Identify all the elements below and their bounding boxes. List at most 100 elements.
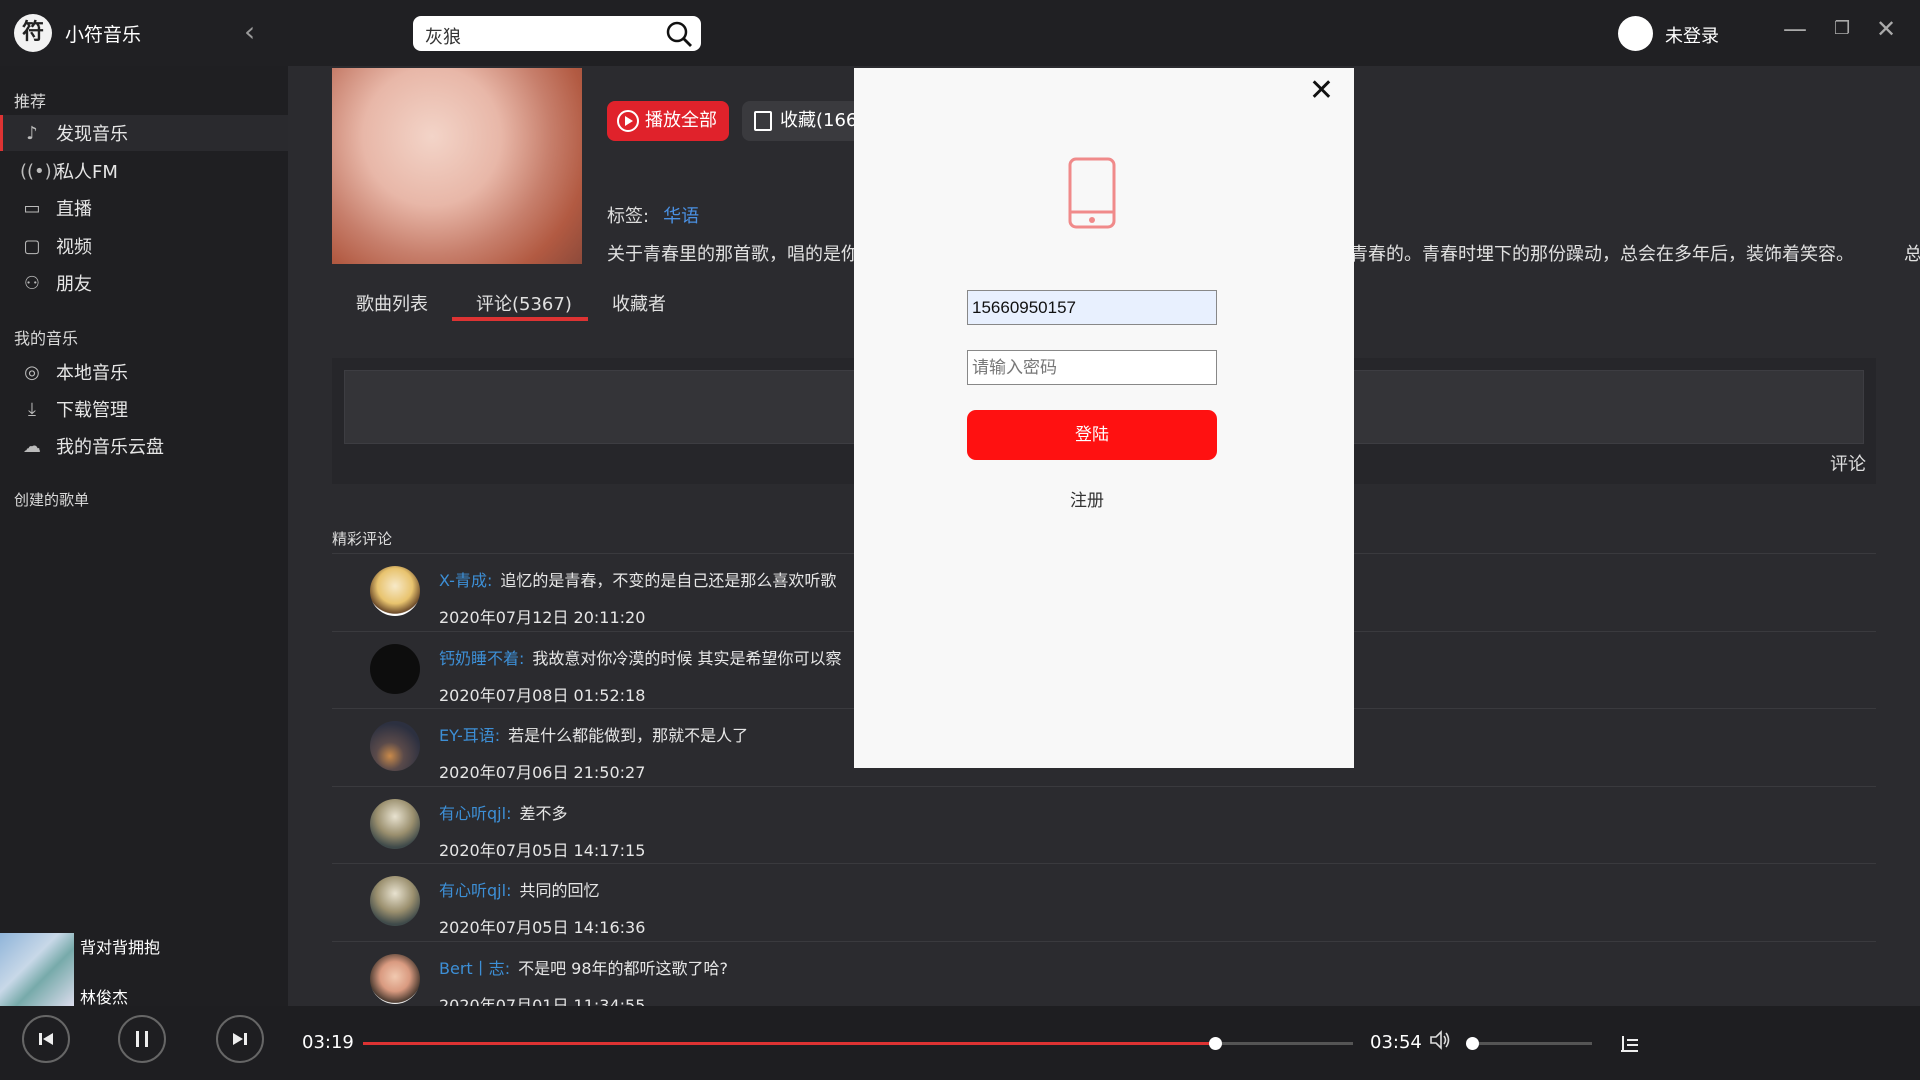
maximize-icon[interactable]: ❐ <box>1834 14 1850 44</box>
sidebar-item-label: 朋友 <box>56 274 92 295</box>
sidebar-section-my-music: 我的音乐 <box>14 329 79 348</box>
radio-icon: ((•)) <box>20 160 59 182</box>
close-icon[interactable]: ✕ <box>1309 76 1334 106</box>
commenter-name[interactable]: 钙奶睡不着 <box>439 649 519 668</box>
progress-fill <box>363 1042 1216 1045</box>
sidebar: 推荐 ♪ 发现音乐 ((•)) 私人FM ▭ 直播 ▢ 视频 ⚇ 朋友 我的音乐 ◎ 本地音… <box>0 66 288 1006</box>
play-all-button[interactable]: 播放全部 <box>607 101 729 141</box>
active-tab-indicator <box>452 317 588 321</box>
sidebar-item-local-music[interactable]: ◎ 本地音乐 <box>0 354 288 390</box>
sidebar-item-cloud[interactable]: ☁ 我的音乐云盘 <box>0 428 288 464</box>
app-logo[interactable]: 符 <box>14 14 52 52</box>
commenter-name[interactable]: EY-耳语 <box>439 726 495 745</box>
playlist-queue-icon[interactable] <box>1620 1034 1640 1058</box>
comment-text: 共同的回忆 <box>519 881 600 900</box>
now-playing-cover[interactable] <box>0 933 74 1007</box>
pause-icon <box>136 1031 148 1047</box>
live-tv-icon: ▭ <box>23 197 41 219</box>
volume-knob[interactable] <box>1465 1037 1479 1050</box>
sidebar-section-recommend: 推荐 <box>14 92 47 111</box>
sidebar-item-label: 发现音乐 <box>56 124 128 145</box>
user-avatar[interactable] <box>1618 16 1653 51</box>
search-input[interactable]: 灰狼 <box>425 23 461 49</box>
login-modal: ✕ 登陆 注册 <box>854 68 1354 768</box>
featured-comments-heading: 精彩评论 <box>332 530 393 548</box>
commenter-name[interactable]: Bert丨志 <box>439 959 505 978</box>
pause-button[interactable] <box>118 1015 166 1063</box>
volume-icon[interactable] <box>1428 1028 1452 1056</box>
login-status[interactable]: 未登录 <box>1665 22 1719 48</box>
comment-time: 2020年07月05日 14:17:15 <box>439 840 646 860</box>
video-icon: ▢ <box>23 235 41 257</box>
sidebar-item-video[interactable]: ▢ 视频 <box>0 228 288 264</box>
comment-text: 我故意对你冷漠的时候 其实是希望你可以察 <box>532 648 842 668</box>
collect-label: 收藏(166 <box>780 110 858 131</box>
previous-track-button[interactable] <box>22 1015 70 1063</box>
sidebar-item-label: 私人FM <box>56 162 118 183</box>
playlist-description-continued: 于青春的。青春时埋下的那份躁动，总会在多年后，装饰着笑容。 <box>1332 244 1854 265</box>
next-icon <box>233 1033 247 1045</box>
commenter-name[interactable]: 有心听qjl <box>439 881 506 900</box>
tag-link[interactable]: 华语 <box>663 206 699 227</box>
app-name: 小符音乐 <box>65 24 142 46</box>
commenter-avatar[interactable] <box>370 953 420 1004</box>
disc-icon: ◎ <box>24 361 40 383</box>
tab-song-list[interactable]: 歌曲列表 <box>356 290 428 316</box>
phone-number-field[interactable] <box>967 290 1217 325</box>
sidebar-item-fm[interactable]: ((•)) 私人FM <box>0 153 288 189</box>
playlist-description: 关于青春里的那首歌，唱的是你 <box>607 244 859 265</box>
comment-text: 若是什么都能做到，那就不是人了 <box>508 726 749 745</box>
comment-row: Bert丨志: 不是吧 98年的都听这歌了哈? 2020年07月01日 11:34… <box>332 940 1876 1006</box>
sidebar-item-label: 我的音乐云盘 <box>56 437 164 458</box>
tags-label: 标签: <box>607 206 650 227</box>
sidebar-item-live[interactable]: ▭ 直播 <box>0 190 288 226</box>
tab-comments[interactable]: 评论(5367) <box>476 290 572 316</box>
minimize-icon[interactable]: — <box>1783 14 1807 44</box>
now-playing-artist: 林俊杰 <box>80 988 129 1007</box>
sidebar-item-downloads[interactable]: ⤓ 下载管理 <box>0 391 288 427</box>
back-arrow-icon[interactable]: ‹ <box>244 18 255 46</box>
comment-text: 差不多 <box>519 803 568 823</box>
cloud-icon: ☁ <box>23 435 41 457</box>
volume-slider[interactable] <box>1465 1037 1592 1050</box>
sidebar-item-label: 本地音乐 <box>56 363 128 384</box>
sidebar-item-label: 视频 <box>56 237 92 258</box>
play-circle-icon <box>617 110 639 132</box>
top-bar: 符 小符音乐 ‹ 灰狼 未登录 — ❐ ✕ <box>0 0 1920 66</box>
current-time: 03:19 <box>302 1032 354 1053</box>
comment-row: 有心听qjl: 共同的回忆 2020年07月05日 14:16:36 <box>332 863 1876 941</box>
playlist-tags: 标签: 华语 <box>607 202 699 228</box>
add-collection-icon <box>754 111 772 131</box>
commenter-avatar[interactable] <box>370 643 420 694</box>
sidebar-section-created: 创建的歌单 <box>14 491 90 509</box>
comment-time: 2020年07月08日 01:52:18 <box>439 685 646 705</box>
search-icon[interactable] <box>665 20 693 52</box>
sidebar-item-discover[interactable]: ♪ 发现音乐 <box>0 115 288 151</box>
play-all-label: 播放全部 <box>645 110 717 131</box>
commenter-avatar[interactable] <box>370 798 420 849</box>
tab-collectors[interactable]: 收藏者 <box>612 290 666 316</box>
close-window-icon[interactable]: ✕ <box>1876 14 1896 44</box>
commenter-name[interactable]: X-青成 <box>439 571 487 590</box>
previous-icon <box>39 1033 53 1045</box>
sidebar-item-label: 下载管理 <box>56 400 128 421</box>
register-link[interactable]: 注册 <box>1070 486 1104 511</box>
now-playing-title: 背对背拥抱 <box>80 938 161 957</box>
commenter-avatar[interactable] <box>370 721 420 771</box>
comment-row: 有心听qjl: 差不多 2020年07月05日 14:17:15 <box>332 785 1876 864</box>
password-field[interactable] <box>967 350 1217 385</box>
commenter-avatar[interactable] <box>370 566 420 616</box>
comment-time: 2020年07月06日 21:50:27 <box>439 763 646 782</box>
comment-time: 2020年07月05日 14:16:36 <box>439 918 646 937</box>
playlist-cover <box>332 68 582 264</box>
progress-bar[interactable] <box>363 1037 1353 1050</box>
next-track-button[interactable] <box>216 1015 264 1063</box>
login-button[interactable]: 登陆 <box>967 410 1217 460</box>
sidebar-item-friends[interactable]: ⚇ 朋友 <box>0 265 288 301</box>
download-icon: ⤓ <box>28 398 36 420</box>
mobile-phone-icon <box>1067 156 1117 234</box>
search-bar[interactable]: 灰狼 <box>413 16 701 51</box>
commenter-name[interactable]: 有心听qjl <box>439 804 506 823</box>
commenter-avatar[interactable] <box>370 876 420 926</box>
comment-submit-button[interactable]: 评论 <box>1830 450 1866 476</box>
